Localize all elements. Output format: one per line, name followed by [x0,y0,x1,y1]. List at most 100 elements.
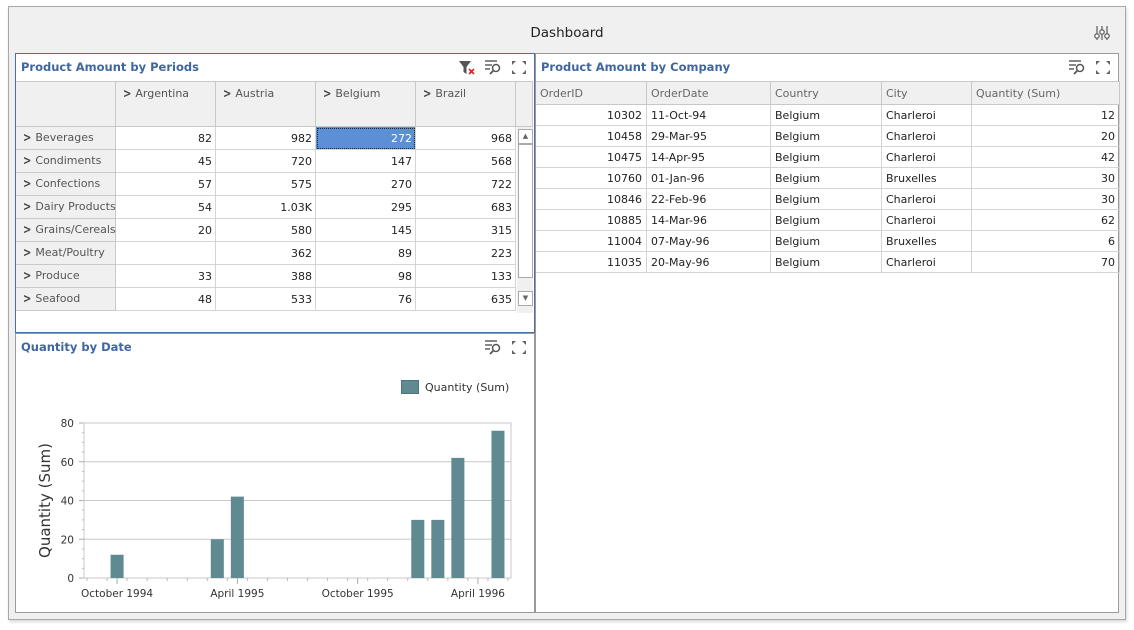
pivot-cell[interactable]: 982 [216,127,316,150]
pivot-cell[interactable]: 968 [416,127,516,150]
grid-cell[interactable]: 70 [972,252,1120,273]
grid-cell[interactable]: 42 [972,147,1120,168]
grid-cell[interactable]: 14-Mar-96 [647,210,771,231]
pivot-cell[interactable]: 683 [416,196,516,219]
pivot-cell[interactable]: 20 [116,219,216,242]
pivot-cell[interactable]: 720 [216,150,316,173]
grid-column-header[interactable]: OrderID [536,81,647,105]
scroll-up-arrow-icon[interactable]: ▲ [518,129,533,144]
pivot-cell[interactable]: 57 [116,173,216,196]
maximize-icon[interactable] [510,59,528,76]
grid-cell[interactable]: 10846 [536,189,647,210]
grid-cell[interactable]: Bruxelles [882,168,972,189]
grid-cell[interactable]: 20-May-96 [647,252,771,273]
pivot-cell[interactable]: 145 [316,219,416,242]
pivot-row-header[interactable]: > Produce [16,265,116,288]
pivot-cell[interactable]: 362 [216,242,316,265]
chart-bar[interactable] [230,496,244,578]
pivot-cell[interactable]: 76 [316,288,416,311]
grid-cell[interactable]: Bruxelles [882,231,972,252]
multi-select-icon[interactable] [484,59,502,76]
pivot-cell[interactable]: 295 [316,196,416,219]
pivot-cell[interactable]: 533 [216,288,316,311]
grid-cell[interactable]: Belgium [771,105,882,126]
chart-bar[interactable] [431,519,445,578]
pivot-cell[interactable]: 575 [216,173,316,196]
pivot-row-header[interactable]: > Grains/Cereals [16,219,116,242]
pivot-cell[interactable]: 568 [416,150,516,173]
pivot-cell[interactable]: 722 [416,173,516,196]
grid-column-header[interactable]: OrderDate [647,81,771,105]
pivot-cell[interactable]: 98 [316,265,416,288]
pivot-column-header[interactable]: > Austria [216,81,316,127]
grid-cell[interactable]: Belgium [771,231,882,252]
pivot-row-header[interactable]: > Condiments [16,150,116,173]
chart-bar[interactable] [451,457,465,578]
grid-cell[interactable]: 22-Feb-96 [647,189,771,210]
grid-cell[interactable]: 30 [972,189,1120,210]
grid-column-header[interactable]: Quantity (Sum) [972,81,1120,105]
clear-filter-icon[interactable] [458,59,476,76]
pivot-cell[interactable]: 33 [116,265,216,288]
pivot-cell[interactable]: 580 [216,219,316,242]
grid-cell[interactable]: Belgium [771,147,882,168]
grid-cell[interactable]: 11004 [536,231,647,252]
grid-cell[interactable]: 10475 [536,147,647,168]
grid-cell[interactable]: Charleroi [882,210,972,231]
grid-cell[interactable]: 29-Mar-95 [647,126,771,147]
pivot-cell[interactable]: 223 [416,242,516,265]
pivot-cell[interactable]: 315 [416,219,516,242]
pivot-cell[interactable]: 388 [216,265,316,288]
pivot-row-header[interactable]: > Dairy Products [16,196,116,219]
chart-bar[interactable] [411,519,425,578]
pivot-row-header[interactable]: > Beverages [16,127,116,150]
grid-cell[interactable]: 62 [972,210,1120,231]
pivot-cell[interactable] [116,242,216,265]
grid-cell[interactable]: Belgium [771,189,882,210]
grid-cell[interactable]: 30 [972,168,1120,189]
parameters-icon[interactable] [1093,24,1111,42]
grid-column-header[interactable]: City [882,81,972,105]
grid-cell[interactable]: 11-Oct-94 [647,105,771,126]
pivot-row-header[interactable]: > Meat/Poultry [16,242,116,265]
grid-cell[interactable]: 10885 [536,210,647,231]
grid-cell[interactable]: Charleroi [882,105,972,126]
pivot-column-header[interactable]: > Brazil [416,81,516,127]
scroll-thumb[interactable] [518,144,533,278]
pivot-cell[interactable]: 45 [116,150,216,173]
grid-cell[interactable]: Belgium [771,126,882,147]
maximize-icon[interactable] [1094,59,1112,76]
grid-cell[interactable]: 6 [972,231,1120,252]
grid-cell[interactable]: 11035 [536,252,647,273]
chart-bar[interactable] [491,430,505,578]
pivot-column-header[interactable]: > Argentina [116,81,216,127]
grid-cell[interactable]: Charleroi [882,147,972,168]
grid-cell[interactable]: Charleroi [882,126,972,147]
grid-cell[interactable]: Charleroi [882,252,972,273]
grid-cell[interactable]: Belgium [771,252,882,273]
pivot-cell[interactable]: 272 [316,127,416,150]
pivot-cell[interactable]: 147 [316,150,416,173]
grid-cell[interactable]: 14-Apr-95 [647,147,771,168]
grid-cell[interactable]: Belgium [771,210,882,231]
grid-cell[interactable]: 10760 [536,168,647,189]
grid-cell[interactable]: 10458 [536,126,647,147]
chart-bar[interactable] [210,539,224,578]
grid-cell[interactable]: 20 [972,126,1120,147]
chart-bar[interactable] [110,554,124,578]
grid-column-header[interactable]: Country [771,81,882,105]
pivot-column-header[interactable]: > Belgium [316,81,416,127]
pivot-cell[interactable]: 133 [416,265,516,288]
scroll-down-arrow-icon[interactable]: ▼ [518,291,533,306]
grid-cell[interactable]: 10302 [536,105,647,126]
grid-cell[interactable]: 12 [972,105,1120,126]
grid-cell[interactable]: 01-Jan-96 [647,168,771,189]
multi-select-icon[interactable] [1068,59,1086,76]
grid-cell[interactable]: Charleroi [882,189,972,210]
pivot-cell[interactable]: 270 [316,173,416,196]
pivot-cell[interactable]: 82 [116,127,216,150]
pivot-cell[interactable]: 635 [416,288,516,311]
pivot-vertical-scrollbar[interactable]: ▲ ▼ [517,127,533,313]
grid-cell[interactable]: 07-May-96 [647,231,771,252]
pivot-cell[interactable]: 89 [316,242,416,265]
